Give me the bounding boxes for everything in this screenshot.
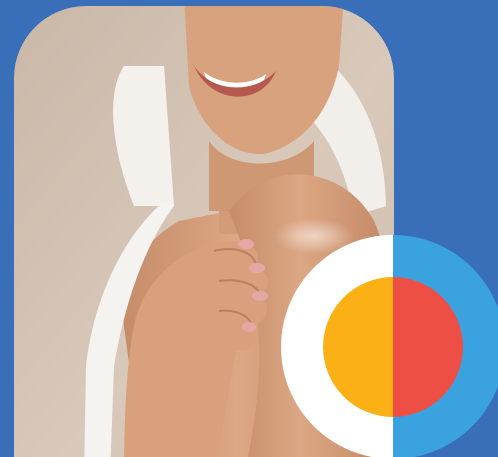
brand-badge xyxy=(281,235,498,457)
hero-image-panel xyxy=(0,0,498,457)
split-circle-logo-icon xyxy=(281,235,498,457)
